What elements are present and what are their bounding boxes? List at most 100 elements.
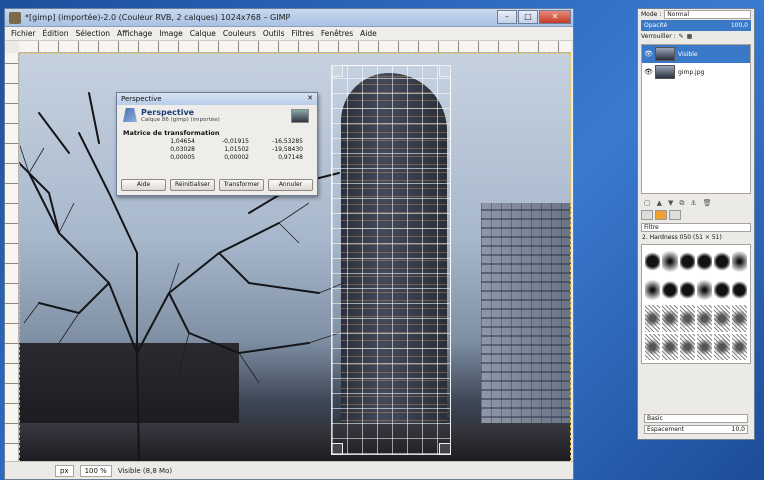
dialog-close-icon[interactable]: ✕	[307, 94, 313, 102]
layer-item-visible[interactable]: 👁 Visible	[642, 45, 750, 63]
zoom-selector[interactable]: 100 %	[79, 464, 112, 477]
new-layer-icon[interactable]: ▢	[644, 199, 651, 207]
brush-item[interactable]	[645, 305, 661, 332]
gimp-image-window: *[gimp] (importée)-2.0 (Couleur RVB, 2 c…	[4, 8, 574, 480]
lock-alpha-icon[interactable]: ▦	[687, 33, 693, 40]
menu-view[interactable]: Affichage	[117, 29, 152, 38]
brush-grid[interactable]	[641, 244, 751, 364]
cancel-button[interactable]: Annuler	[268, 179, 313, 191]
layer-thumbnail	[291, 109, 309, 123]
transform-handle-top-right[interactable]	[439, 65, 451, 77]
dialog-buttons: Aide Réinitialiser Transformer Annuler	[121, 179, 313, 191]
menu-tools[interactable]: Outils	[263, 29, 285, 38]
brush-item[interactable]	[696, 248, 713, 275]
menu-windows[interactable]: Fenêtres	[321, 29, 353, 38]
spacing-label: Espacement	[647, 426, 685, 433]
raise-layer-icon[interactable]: ▲	[657, 199, 662, 207]
brush-tabs	[638, 208, 754, 222]
brush-item[interactable]	[679, 248, 695, 275]
brush-item[interactable]	[696, 333, 713, 360]
eye-icon[interactable]: 👁	[644, 50, 653, 58]
menu-help[interactable]: Aide	[360, 29, 377, 38]
transform-handle-bottom-right[interactable]	[439, 443, 451, 455]
patterns-tab[interactable]	[655, 210, 667, 220]
menu-colors[interactable]: Couleurs	[223, 29, 256, 38]
brush-item[interactable]	[662, 276, 678, 303]
lower-layer-icon[interactable]: ▼	[668, 199, 673, 207]
transform-button[interactable]: Transformer	[219, 179, 264, 191]
lock-pixels-icon[interactable]: ✎	[679, 33, 684, 40]
brush-item[interactable]	[662, 248, 678, 275]
brush-item[interactable]	[645, 333, 661, 360]
brush-item[interactable]	[714, 305, 730, 332]
menu-edit[interactable]: Édition	[43, 29, 69, 38]
spacing-value: 10,0	[731, 426, 745, 433]
transform-handle-bottom-left[interactable]	[331, 443, 343, 455]
brush-item[interactable]	[679, 305, 695, 332]
help-button[interactable]: Aide	[121, 179, 166, 191]
anchor-layer-icon[interactable]: ⚓	[690, 199, 696, 207]
horizontal-ruler[interactable]	[19, 41, 571, 53]
menu-filters[interactable]: Filtres	[292, 29, 314, 38]
title-bar[interactable]: *[gimp] (importée)-2.0 (Couleur RVB, 2 c…	[5, 9, 573, 27]
unit-selector[interactable]: px	[55, 464, 74, 477]
brush-item[interactable]	[731, 305, 747, 332]
perspective-icon	[123, 108, 137, 122]
spacing-row: Espacement 10,0	[641, 424, 751, 435]
menu-select[interactable]: Sélection	[75, 29, 110, 38]
brush-item[interactable]	[714, 248, 730, 275]
brush-item[interactable]	[679, 276, 695, 303]
transformation-matrix: 1,04654 -0,01915 -16,53285 0,03028 1,015…	[117, 137, 317, 162]
menu-bar: Fichier Édition Sélection Affichage Imag…	[5, 27, 573, 41]
brush-item[interactable]	[662, 305, 678, 332]
window-title: *[gimp] (importée)-2.0 (Couleur RVB, 2 c…	[25, 13, 291, 22]
opacity-label: Opacité	[644, 22, 668, 29]
layers-list: 👁 Visible 👁 gimp.jpg	[641, 44, 751, 194]
maximize-button[interactable]: □	[518, 10, 538, 24]
brush-item[interactable]	[731, 276, 747, 303]
gimp-app-icon	[9, 11, 21, 24]
transform-handle-top-left[interactable]	[331, 65, 343, 77]
menu-layer[interactable]: Calque	[190, 29, 216, 38]
brushes-tab[interactable]	[641, 210, 653, 220]
reset-button[interactable]: Réinitialiser	[170, 179, 215, 191]
vertical-ruler[interactable]	[5, 53, 19, 463]
opacity-value[interactable]: 100,0	[731, 22, 748, 29]
menu-image[interactable]: Image	[159, 29, 183, 38]
brush-item[interactable]	[696, 305, 713, 332]
matrix-cell: 0,97148	[278, 154, 303, 161]
layer-item-gimp[interactable]: 👁 gimp.jpg	[642, 63, 750, 81]
gradients-tab[interactable]	[669, 210, 681, 220]
perspective-grid[interactable]	[331, 65, 451, 455]
brush-item[interactable]	[696, 276, 713, 303]
dialog-title: Perspective	[121, 95, 162, 103]
brush-preset-select[interactable]: Basic	[644, 414, 748, 423]
minimize-button[interactable]: –	[497, 10, 517, 24]
eye-icon[interactable]: 👁	[644, 68, 653, 76]
layer-name: Visible	[678, 50, 698, 58]
matrix-cell: -19,58430	[272, 146, 303, 153]
brush-item[interactable]	[679, 333, 695, 360]
brush-item[interactable]	[714, 333, 730, 360]
status-bar: px 100 % Visible (8,8 Mo)	[5, 461, 573, 479]
delete-layer-icon[interactable]: 🗑	[703, 199, 712, 207]
brush-item[interactable]	[731, 248, 747, 275]
brush-filter-input[interactable]: Filtre	[641, 223, 751, 232]
layers-dock: Mode : Normal Opacité 100,0 Verrouiller …	[637, 8, 755, 440]
mode-select[interactable]: Normal	[664, 10, 751, 19]
brush-item[interactable]	[731, 333, 747, 360]
brush-item[interactable]	[645, 276, 661, 303]
close-button[interactable]: ✕	[539, 10, 571, 24]
opacity-row: Opacité 100,0	[641, 20, 751, 31]
menu-file[interactable]: Fichier	[11, 29, 36, 38]
preset-row: Basic	[641, 413, 751, 424]
dialog-title-bar[interactable]: Perspective ✕	[117, 93, 317, 105]
brush-name: 2. Hardness 050 (51 × 51)	[642, 234, 722, 241]
brush-item[interactable]	[714, 276, 730, 303]
matrix-cell: 0,03028	[170, 146, 195, 153]
matrix-cell: 0,00005	[170, 154, 195, 161]
spacing-slider[interactable]: Espacement 10,0	[644, 425, 748, 434]
brush-item[interactable]	[645, 248, 661, 275]
brush-item[interactable]	[662, 333, 678, 360]
duplicate-layer-icon[interactable]: ⧉	[679, 199, 684, 207]
